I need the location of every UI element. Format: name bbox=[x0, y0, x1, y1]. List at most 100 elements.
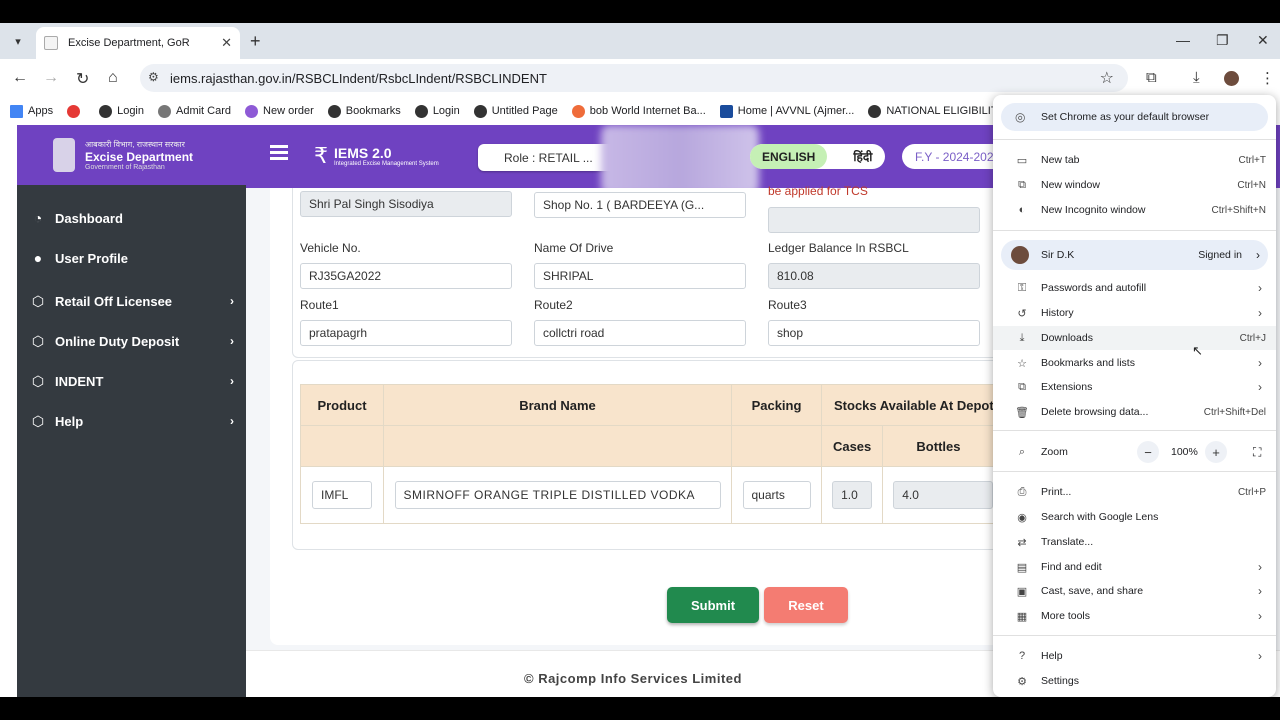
licensee-name-field[interactable]: Shri Pal Singh Sisodiya bbox=[300, 191, 512, 217]
set-default-browser-item[interactable]: ◎ Set Chrome as your default browser bbox=[1001, 103, 1268, 131]
menu-cast-save-share[interactable]: ▣ Cast, save, and share › bbox=[993, 579, 1276, 603]
route2-label: Route2 bbox=[534, 298, 573, 312]
menu-bookmarks[interactable]: ☆ Bookmarks and lists › bbox=[993, 351, 1276, 375]
bookmark-login-2[interactable]: Login bbox=[414, 104, 460, 118]
menu-print[interactable]: ⎙ Print... Ctrl+P bbox=[993, 480, 1276, 504]
bookmark-item[interactable] bbox=[67, 104, 85, 118]
browser-tab[interactable]: Excise Department, GoR ✕ bbox=[36, 27, 240, 59]
packing-select[interactable]: quarts bbox=[742, 481, 811, 509]
shop-select[interactable]: Shop No. 1 ( BARDEEYA (G... bbox=[534, 192, 746, 218]
new-tab-plus-icon[interactable]: + bbox=[250, 31, 261, 52]
menu-new-window[interactable]: ⧉ New window Ctrl+N bbox=[993, 173, 1276, 197]
iems-logo[interactable]: ₹ IEMS 2.0 Integrated Excise Management … bbox=[314, 143, 439, 169]
zoom-in-button[interactable]: + bbox=[1205, 441, 1227, 463]
hamburger-menu-icon[interactable] bbox=[270, 145, 288, 163]
rupee-logo-icon: ₹ bbox=[314, 143, 328, 168]
tcs-note: be applied for TCS bbox=[768, 184, 868, 198]
sidebar-item-user-profile[interactable]: ● User Profile bbox=[29, 246, 234, 270]
chevron-right-icon: › bbox=[1258, 609, 1262, 623]
menu-extensions[interactable]: ⧉ Extensions › bbox=[993, 375, 1276, 399]
cube-icon: ⬡ bbox=[31, 412, 45, 429]
home-icon[interactable]: ⌂ bbox=[108, 69, 118, 87]
menu-find-edit[interactable]: ▤ Find and edit › bbox=[993, 555, 1276, 579]
menu-settings[interactable]: ⚙ Settings bbox=[993, 669, 1276, 693]
sidebar-item-help[interactable]: ⬡ Help › bbox=[29, 409, 234, 433]
tcs-field[interactable] bbox=[768, 207, 980, 233]
cube-icon: ⬡ bbox=[31, 332, 45, 349]
chevron-right-icon: › bbox=[230, 414, 234, 428]
th-stocks: Stocks Available At Depot bbox=[821, 384, 995, 426]
new-window-icon: ⧉ bbox=[1018, 178, 1026, 191]
back-arrow-icon[interactable]: ← bbox=[12, 69, 28, 87]
admit-card-icon bbox=[158, 104, 171, 118]
bookmark-untitled[interactable]: Untitled Page bbox=[473, 104, 558, 118]
more-vert-icon[interactable]: ⋮ bbox=[1260, 69, 1275, 87]
bookmark-bookmarks[interactable]: Bookmarks bbox=[327, 104, 401, 118]
fullscreen-icon[interactable]: ⛶ bbox=[1253, 445, 1261, 460]
menu-help[interactable]: ? Help › bbox=[993, 644, 1276, 668]
route2-input[interactable]: collctri road bbox=[534, 320, 746, 346]
menu-google-lens[interactable]: ◉ Search with Google Lens bbox=[993, 505, 1276, 529]
bookmark-new-order[interactable]: New order bbox=[245, 104, 314, 118]
chevron-right-icon: › bbox=[1258, 584, 1262, 598]
extensions-puzzle-icon[interactable]: ⧉ bbox=[1146, 69, 1157, 86]
menu-incognito[interactable]: ◐ New Incognito window Ctrl+Shift+N bbox=[993, 198, 1276, 222]
bookmark-admit-card[interactable]: Admit Card bbox=[158, 104, 231, 118]
reset-button[interactable]: Reset bbox=[764, 587, 848, 623]
user-icon: ● bbox=[33, 250, 43, 266]
product-select[interactable]: IMFL bbox=[312, 481, 372, 509]
site-info-icon[interactable]: ⚙ bbox=[148, 70, 159, 84]
sidebar-item-online-duty-deposit[interactable]: ⬡ Online Duty Deposit › bbox=[29, 329, 234, 353]
zoom-out-button[interactable]: − bbox=[1137, 441, 1159, 463]
bookmark-neet[interactable]: NATIONAL ELIGIBILIT... bbox=[868, 104, 1006, 118]
bookmark-login[interactable]: Login bbox=[99, 104, 144, 118]
menu-passwords[interactable]: ⚿ Passwords and autofill › bbox=[993, 276, 1276, 300]
lang-english[interactable]: ENGLISH bbox=[750, 144, 828, 169]
bookmark-apps[interactable]: Apps bbox=[10, 104, 53, 118]
menu-history[interactable]: ↺ History › bbox=[993, 301, 1276, 325]
globe-icon bbox=[99, 104, 113, 118]
route3-input[interactable]: shop bbox=[768, 320, 980, 346]
bookmark-avvnl[interactable]: Home | AVVNL (Ajmer... bbox=[719, 104, 854, 118]
puzzle-icon: ⧉ bbox=[1018, 380, 1026, 393]
language-toggle[interactable]: ENGLISH हिंदी bbox=[750, 144, 885, 169]
lang-hindi[interactable]: हिंदी bbox=[827, 148, 872, 165]
menu-delete-data[interactable]: 🗑 Delete browsing data... Ctrl+Shift+Del bbox=[993, 400, 1276, 424]
bookmark-star-icon[interactable]: ☆ bbox=[1100, 68, 1114, 88]
menu-zoom: ⌕ Zoom − 100% + ⛶ bbox=[993, 440, 1276, 464]
chevron-right-icon: › bbox=[1258, 356, 1262, 370]
route1-input[interactable]: pratapagrh bbox=[300, 320, 512, 346]
menu-profile[interactable]: Sir D.K Signed in › bbox=[1001, 240, 1268, 270]
menu-more-tools[interactable]: ▦ More tools › bbox=[993, 604, 1276, 628]
menu-new-tab[interactable]: ▭ New tab Ctrl+T bbox=[993, 148, 1276, 172]
download-icon[interactable]: ⤓ bbox=[1193, 69, 1200, 86]
chevron-right-icon: › bbox=[230, 334, 234, 348]
sidebar-item-indent[interactable]: ⬡ INDENT › bbox=[29, 369, 234, 393]
brand-select[interactable]: SMIRNOFF ORANGE TRIPLE DISTILLED VODKA bbox=[394, 481, 721, 509]
address-bar[interactable]: ⚙ iems.rajasthan.gov.in/RSBCLIndent/Rsbc… bbox=[140, 64, 1128, 92]
document-search-icon: ▤ bbox=[1016, 561, 1028, 574]
vehicle-input[interactable]: RJ35GA2022 bbox=[300, 263, 512, 289]
minimize-icon[interactable]: — bbox=[1176, 32, 1190, 48]
sidebar-item-dashboard[interactable]: ◔ Dashboard bbox=[29, 206, 234, 230]
reload-icon[interactable]: ↻ bbox=[76, 69, 89, 89]
profile-avatar-icon[interactable] bbox=[1224, 71, 1239, 86]
tab-title: Excise Department, GoR bbox=[68, 37, 190, 49]
driver-input[interactable]: SHRIPAL bbox=[534, 263, 746, 289]
menu-downloads[interactable]: ⤓ Downloads Ctrl+J bbox=[993, 326, 1276, 350]
menu-translate[interactable]: ⇄ Translate... bbox=[993, 530, 1276, 554]
restore-icon[interactable]: ❐ bbox=[1216, 32, 1229, 49]
th-cases: Cases bbox=[820, 425, 884, 467]
submit-button[interactable]: Submit bbox=[667, 587, 759, 623]
bookmark-bob[interactable]: bob World Internet Ba... bbox=[571, 104, 706, 118]
sidebar-item-retail-off-licensee[interactable]: ⬡ Retail Off Licensee › bbox=[29, 289, 234, 313]
tab-search-chevron-icon[interactable]: ▾ bbox=[8, 31, 28, 51]
brand-block[interactable]: आबकारी विभाग, राजस्थान सरकार Excise Depa… bbox=[17, 125, 246, 185]
window-close-icon[interactable]: ✕ bbox=[1257, 32, 1269, 49]
trash-icon: 🗑 bbox=[1015, 406, 1029, 419]
avvnl-logo-icon bbox=[719, 104, 733, 118]
tab-close-icon[interactable]: ✕ bbox=[221, 35, 232, 51]
brand-subtitle: Government of Rajasthan bbox=[85, 164, 165, 171]
forward-arrow-icon[interactable]: → bbox=[43, 69, 59, 87]
bookmark-logo-icon bbox=[67, 104, 81, 118]
